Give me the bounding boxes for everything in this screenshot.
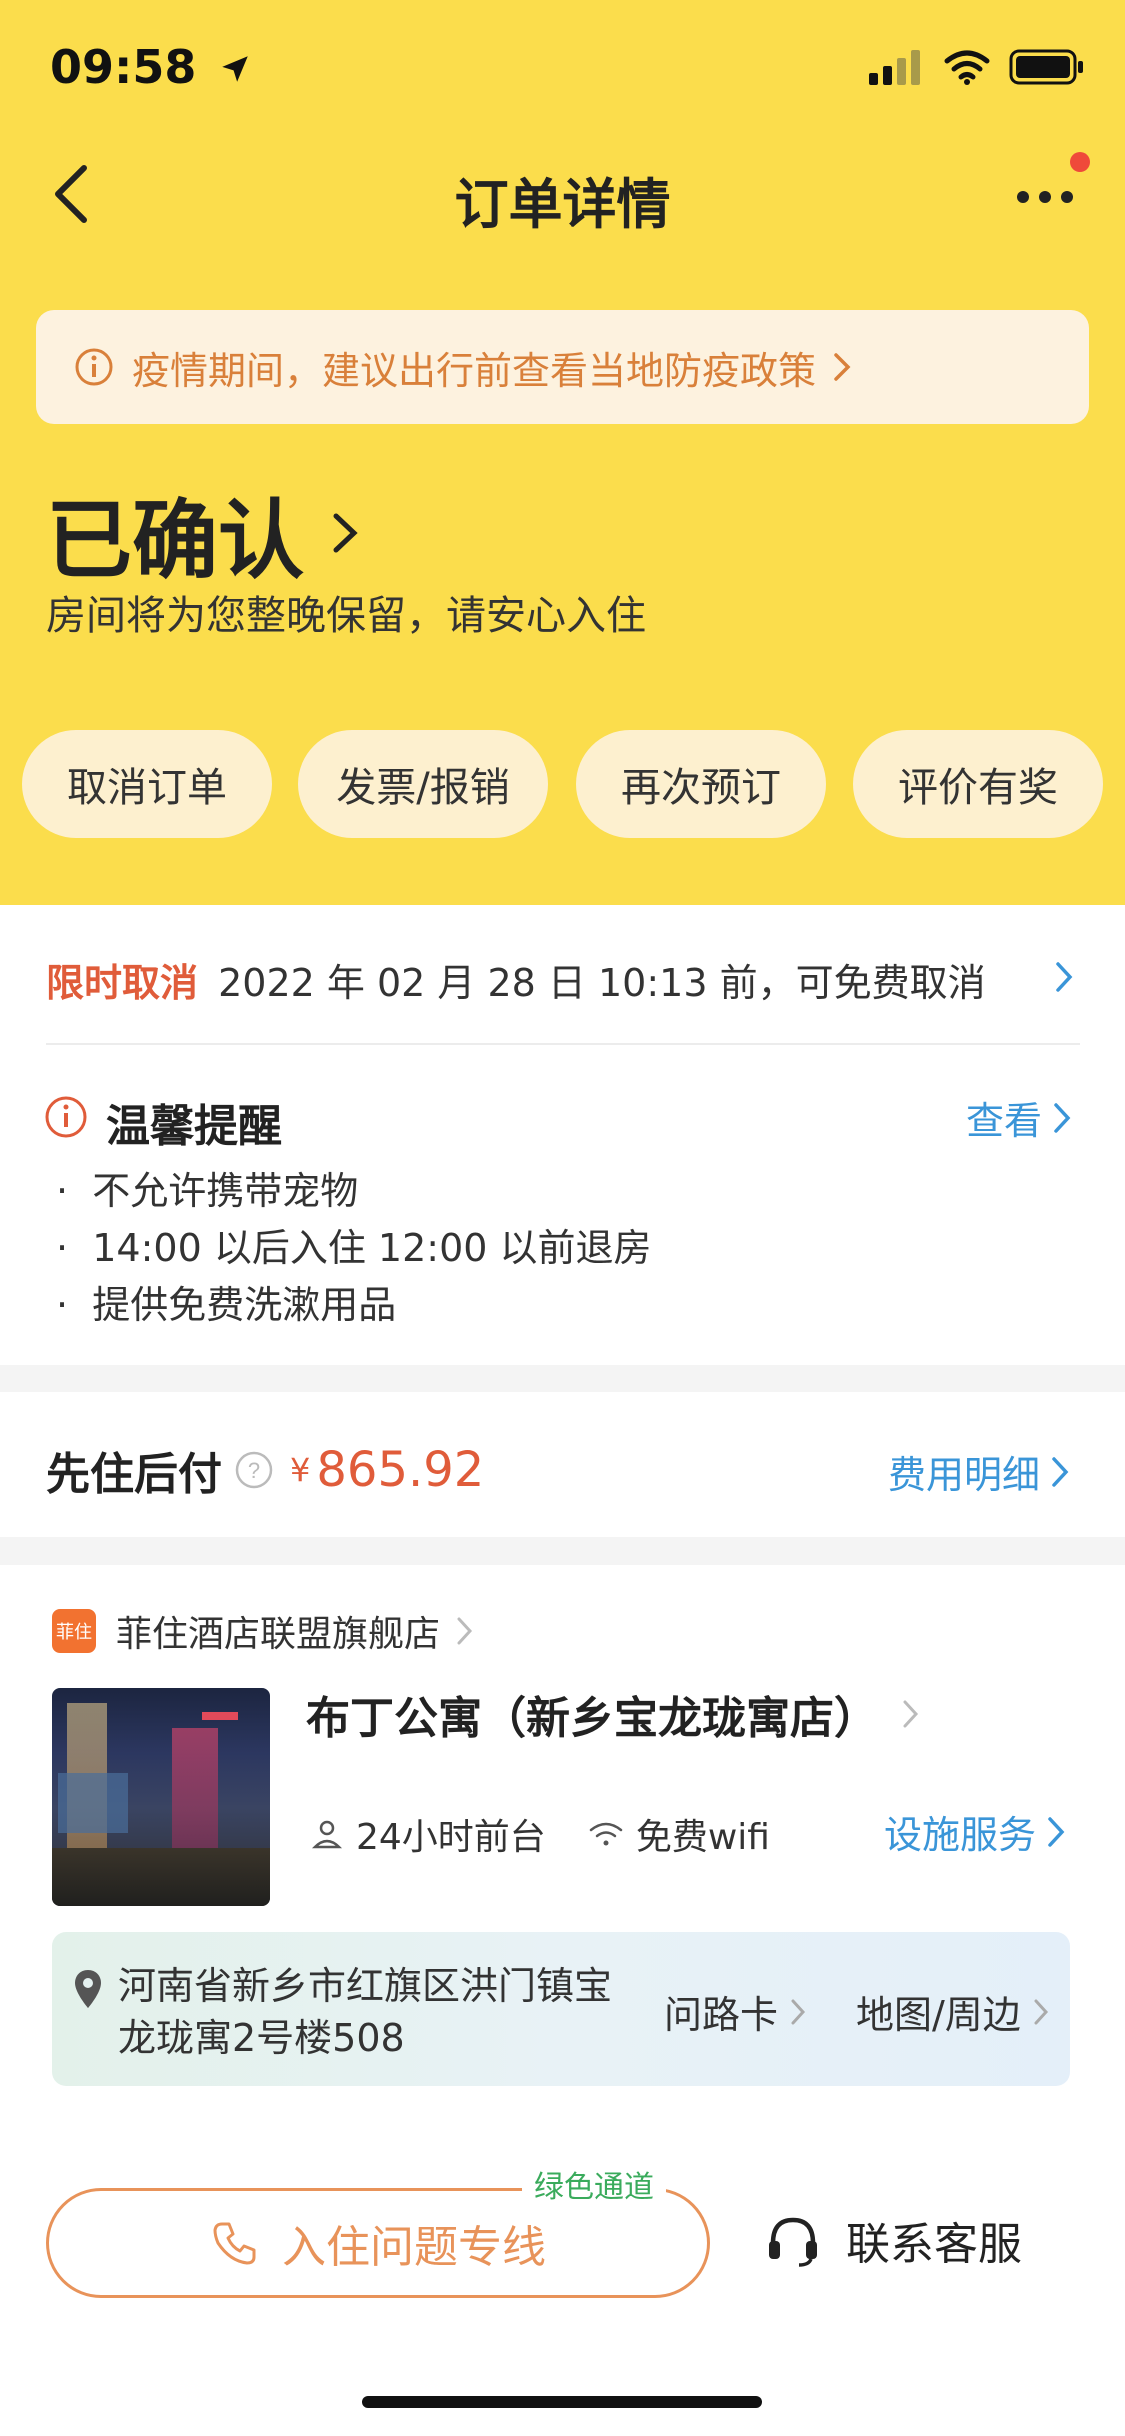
green-channel-tag: 绿色通道 [522,2162,666,2206]
reminder-item: · 不允许携带宠物 [56,1169,359,1213]
invoice-button[interactable]: 发票/报销 [298,730,548,838]
customer-service-button[interactable]: 联系客服 [764,2208,1022,2272]
page-title: 订单详情 [454,173,671,236]
customer-service-label: 联系客服 [846,2219,1022,2270]
chevron-right-icon [1054,1102,1071,1133]
location-arrow-icon [222,56,249,82]
chevron-right-icon [834,353,851,381]
front-desk-icon [311,1820,343,1849]
chevron-right-icon [1048,1816,1065,1847]
chevron-right-icon [333,513,358,552]
cellular-signal-icon [869,50,920,85]
payment-info: 先住后付 ? ¥ 865.92 [46,1438,484,1502]
feature-front-desk: 24小时前台 [356,1817,546,1858]
fee-details-link[interactable]: 费用明细 [888,1444,1072,1499]
reminder-view-label: 查看 [966,1099,1043,1143]
route-card-link[interactable]: 问路卡 [664,1984,808,2039]
store-row[interactable]: 菲住 菲住酒店联盟旗舰店 [52,1605,476,1657]
hotel-name-row[interactable]: 布丁公寓（新乡宝龙珑寓店） [306,1682,922,1746]
order-status-subtitle: 房间将为您整晚保留，请安心入住 [46,593,646,639]
chevron-right-icon [1052,1456,1069,1487]
wifi-icon [944,50,990,85]
info-icon [75,348,113,386]
reminder-title: 温馨提醒 [106,1101,282,1152]
warning-icon [45,1096,87,1138]
location-pin-icon [75,1970,101,2008]
store-badge: 菲住 [52,1609,96,1653]
epidemic-notice[interactable]: 疫情期间，建议出行前查看当地防疫政策 [36,310,1089,424]
more-icon[interactable] [1015,180,1075,210]
battery-icon [1009,49,1083,85]
reminder-view-link[interactable]: 查看 [966,1090,1074,1145]
reminder-item: · 14:00 以后入住 12:00 以前退房 [56,1226,652,1270]
phone-icon [213,2222,256,2265]
rebook-button[interactable]: 再次预订 [576,730,826,838]
hotel-name: 布丁公寓（新乡宝龙珑寓店） [306,1693,878,1744]
review-button[interactable]: 评价有奖 [853,730,1103,838]
chevron-right-icon [903,1700,919,1728]
status-time: 09:58 [50,40,252,94]
status-icons [869,48,1085,86]
map-label: 地图/周边 [856,1993,1021,2037]
payment-amount: 865.92 [316,1442,485,1498]
home-indicator[interactable] [362,2396,762,2408]
divider [46,1043,1080,1045]
chevron-right-icon [457,1617,473,1645]
facilities-label: 设施服务 [884,1813,1037,1857]
fee-details-label: 费用明细 [888,1453,1041,1497]
cancel-order-button[interactable]: 取消订单 [22,730,272,838]
help-icon[interactable]: ? [234,1450,274,1490]
hotel-features: 24小时前台 免费wifi [310,1808,770,1860]
chevron-right-icon [791,1999,806,2024]
order-status[interactable]: 已确认 [46,470,364,595]
route-card-label: 问路卡 [664,1993,779,2037]
chevron-right-icon [1056,962,1073,992]
reminder-item: · 提供免费洗漱用品 [56,1283,397,1327]
currency-symbol: ¥ [290,1451,311,1489]
payment-label: 先住后付 [46,1449,222,1500]
notification-dot [1070,152,1090,172]
feature-wifi: 免费wifi [635,1817,770,1858]
cancel-policy-text: 2022 年 02 月 28 日 10:13 前，可免费取消 [218,961,986,1005]
order-status-label: 已确认 [46,491,304,591]
store-name: 菲住酒店联盟旗舰店 [116,1614,441,1655]
wifi-icon [589,1822,623,1846]
hotel-address[interactable]: 河南省新乡市红旗区洪门镇宝龙珑寓2号楼508 [118,1960,638,2064]
svg-text:?: ? [248,1458,260,1483]
cancel-policy[interactable]: 限时取消 2022 年 02 月 28 日 10:13 前，可免费取消 [46,952,986,1007]
notice-text: 疫情期间，建议出行前查看当地防疫政策 [132,348,817,393]
facilities-link[interactable]: 设施服务 [884,1804,1068,1859]
cancel-policy-tag: 限时取消 [46,961,199,1005]
map-link[interactable]: 地图/周边 [856,1984,1051,2039]
headset-icon [769,2217,817,2267]
chevron-right-icon [1034,1999,1048,2024]
hotline-label: 入住问题专线 [282,2222,546,2273]
hotel-photo[interactable] [52,1688,270,1906]
